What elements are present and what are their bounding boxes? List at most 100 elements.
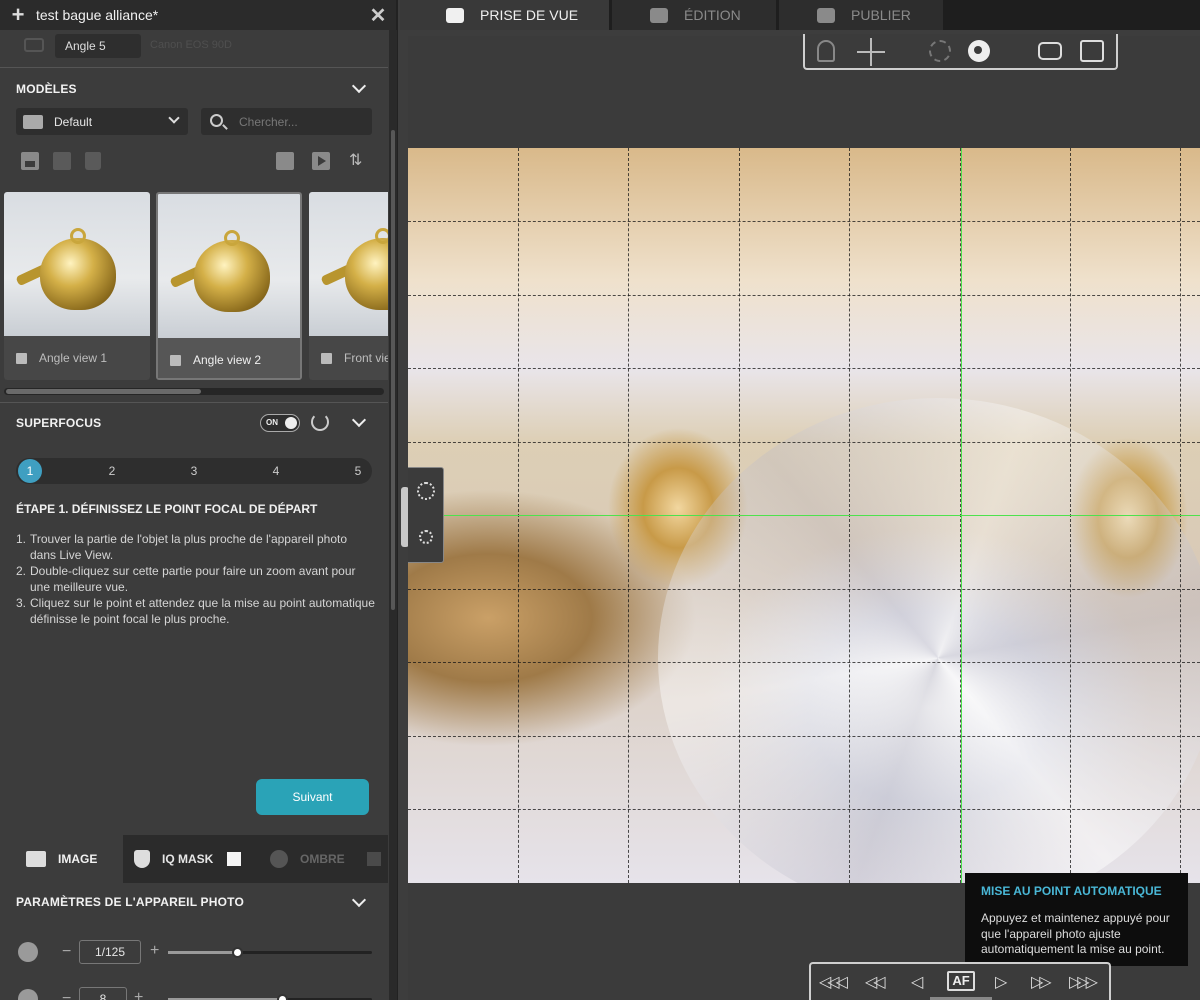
tab-prise-de-vue[interactable]: PRISE DE VUE	[400, 0, 609, 30]
lighting-tool	[408, 467, 444, 563]
angle-row: Angle 5 Canon EOS 90D	[0, 30, 388, 68]
tab-image[interactable]: IMAGE	[0, 835, 123, 883]
thumbnail-image	[309, 192, 388, 336]
thumbnail-image	[4, 192, 150, 336]
skip-forward-icon[interactable]: ▷▷	[1031, 972, 1052, 992]
chevron-down-icon	[168, 112, 180, 124]
tab-iq-mask[interactable]: IQ MASK	[123, 835, 258, 883]
folder-label: Default	[54, 115, 93, 129]
tooltip-title: MISE AU POINT AUTOMATIQUE	[981, 884, 1162, 898]
step-forward-icon[interactable]: ▷	[995, 972, 1007, 992]
shutter-speed-row: − 1/125 +	[16, 940, 376, 964]
tab-edition[interactable]: ÉDITION	[612, 0, 776, 30]
image-icon	[16, 352, 27, 364]
shadow-icon	[270, 850, 288, 868]
image-icon	[170, 354, 181, 366]
save-icon[interactable]	[21, 152, 39, 170]
sun-icon[interactable]	[417, 482, 435, 500]
camera-icon	[24, 38, 44, 52]
model-thumbnail[interactable]: Angle view 2	[156, 192, 302, 380]
model-thumbnail[interactable]: Angle view 1	[4, 192, 150, 380]
aperture-value[interactable]: 8	[79, 987, 127, 1000]
timer-icon	[18, 942, 38, 962]
bottom-tabs: IMAGE IQ MASK OMBRE	[0, 835, 388, 883]
focus-off-icon[interactable]	[929, 40, 951, 62]
checkbox-icon[interactable]	[366, 852, 381, 866]
tab-ombre[interactable]: OMBRE	[259, 835, 388, 883]
reset-icon[interactable]	[311, 413, 329, 431]
step-indicator: 1 2 3 4 5	[16, 458, 372, 484]
trash-icon[interactable]	[85, 152, 101, 170]
model-thumbnails: Angle view 1 Angle view 2 Front view	[4, 192, 388, 382]
instruction-item: 3. Cliquez sur le point et attendez que l…	[16, 596, 375, 626]
close-icon[interactable]: ✕	[358, 3, 396, 28]
live-view-image[interactable]	[408, 148, 1200, 883]
models-title: MODÈLES	[16, 82, 77, 96]
folder-icon	[23, 115, 43, 129]
thumbnail-image	[158, 194, 300, 338]
aperture-icon[interactable]	[968, 40, 990, 62]
increment-button[interactable]: +	[134, 989, 143, 1000]
shutter-slider[interactable]	[168, 947, 372, 958]
step-2[interactable]: 2	[99, 464, 125, 478]
left-panel: + test bague alliance* ✕ Angle 5 Canon E…	[0, 0, 398, 1000]
tab-label: IQ MASK	[162, 852, 214, 866]
step-1[interactable]: 1	[18, 459, 42, 483]
checkbox-icon[interactable]	[227, 852, 242, 866]
skip-back-icon[interactable]: ◁◁	[865, 972, 886, 992]
step-back-icon[interactable]: ◁	[911, 972, 923, 992]
shield-icon	[134, 850, 150, 868]
next-button[interactable]: Suivant	[256, 779, 369, 815]
thumbnail-label: Angle view 1	[39, 351, 108, 365]
aperture-row: − 8 +	[16, 987, 376, 1000]
chevron-down-icon[interactable]	[351, 412, 367, 428]
chevron-down-icon[interactable]	[351, 78, 367, 94]
add-icon[interactable]: +	[0, 1, 36, 29]
project-title: test bague alliance*	[36, 7, 159, 23]
aperture-icon	[18, 989, 38, 1000]
tab-publier[interactable]: PUBLIER	[779, 0, 943, 30]
autofocus-button[interactable]: AF	[947, 971, 975, 991]
focus-crosshair-horizontal	[408, 515, 1200, 516]
superfocus-toggle[interactable]: ON	[260, 414, 300, 432]
tab-label: PUBLIER	[851, 7, 911, 23]
tab-label: PRISE DE VUE	[480, 7, 579, 23]
crosshair-icon[interactable]	[857, 38, 885, 66]
folder-select[interactable]: Default	[16, 108, 188, 135]
thumbnail-label: Front view	[344, 351, 388, 365]
search-input[interactable]	[239, 113, 364, 131]
focus-nav-bar: ◁◁◁ ◁◁ ◁ AF ▷ ▷▷ ▷▷▷	[809, 962, 1111, 1000]
step-5[interactable]: 5	[345, 464, 371, 478]
decrement-button[interactable]: −	[62, 943, 71, 961]
skip-back-far-icon[interactable]: ◁◁◁	[819, 972, 848, 992]
edit-icon[interactable]	[53, 152, 71, 170]
play-icon[interactable]	[312, 152, 330, 170]
view-toolbar	[803, 34, 1118, 70]
chevron-down-icon[interactable]	[351, 892, 367, 908]
autofocus-tooltip: MISE AU POINT AUTOMATIQUE Appuyez et mai…	[965, 873, 1188, 966]
angle-name[interactable]: Angle 5	[55, 34, 141, 58]
sun-small-icon[interactable]	[419, 530, 433, 544]
left-panel-scrollbar[interactable]	[389, 30, 397, 1000]
image-icon[interactable]	[276, 152, 294, 170]
tooltip-body: Appuyez et maintenez appuyé pour que l'a…	[981, 911, 1170, 956]
divider	[0, 402, 388, 403]
skip-forward-far-icon[interactable]: ▷▷▷	[1069, 972, 1098, 992]
superfocus-title: SUPERFOCUS	[16, 416, 102, 430]
ghost-icon[interactable]	[817, 40, 835, 62]
project-header: + test bague alliance* ✕	[0, 0, 396, 30]
model-thumbnail[interactable]: Front view	[309, 192, 388, 380]
thumbnails-scrollbar[interactable]	[4, 388, 384, 395]
sort-icon[interactable]: ⇅	[349, 150, 367, 169]
rocket-icon	[817, 7, 835, 23]
increment-button[interactable]: +	[150, 942, 159, 960]
shutter-value[interactable]: 1/125	[79, 940, 141, 964]
camera-rotate-icon[interactable]	[1038, 42, 1062, 60]
search-box	[201, 108, 372, 135]
toggle-label: ON	[266, 418, 278, 427]
step-4[interactable]: 4	[263, 464, 289, 478]
fullscreen-icon[interactable]	[1080, 40, 1104, 62]
decrement-button[interactable]: −	[62, 990, 71, 1000]
tab-label: IMAGE	[58, 852, 98, 866]
step-3[interactable]: 3	[181, 464, 207, 478]
